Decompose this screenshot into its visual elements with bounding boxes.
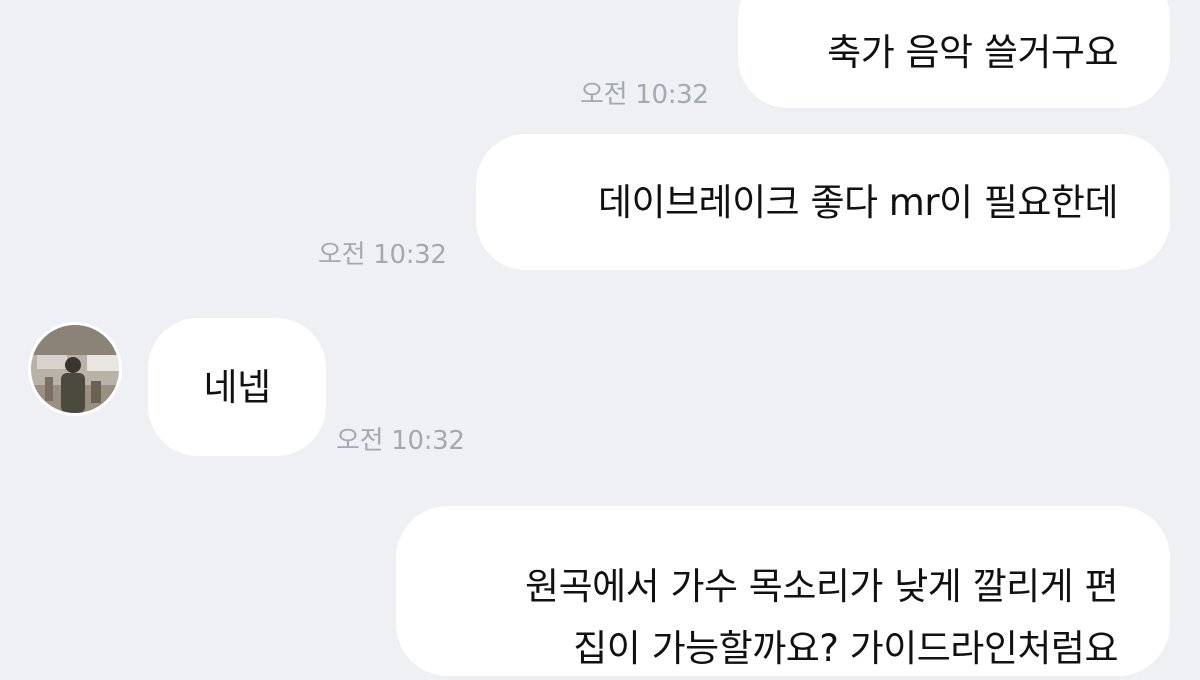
sent-message-bubble[interactable]: 원곡에서 가수 목소리가 낮게 깔리게 편 집이 가능할까요? 가이드라인처럼요 [396,506,1170,676]
message-timestamp: 오전 10:32 [336,426,465,456]
message-text-line: 집이 가능할까요? 가이드라인처럼요 [573,627,1118,670]
message-text: 네넵 [203,365,271,409]
profile-photo-avatar[interactable] [28,322,122,416]
message-timestamp: 오전 10:32 [318,240,447,270]
avatar-photo-icon [31,325,119,413]
message-text: 데이브레이크 좋다 mr이 필요한데 [597,180,1119,224]
sent-message-bubble[interactable]: 데이브레이크 좋다 mr이 필요한데 [476,134,1170,270]
message-text: 축가 음악 쓸거구요 [827,30,1118,74]
sent-message-bubble[interactable]: 축가 음악 쓸거구요 [738,0,1170,108]
chat-message-list[interactable]: 축가 음악 쓸거구요 오전 10:32 데이브레이크 좋다 mr이 필요한데 오… [0,0,1200,676]
message-text-line: 원곡에서 가수 목소리가 낮게 깔리게 편 [525,565,1118,608]
received-message-bubble[interactable]: 네넵 [148,318,326,456]
message-timestamp: 오전 10:32 [580,80,709,110]
